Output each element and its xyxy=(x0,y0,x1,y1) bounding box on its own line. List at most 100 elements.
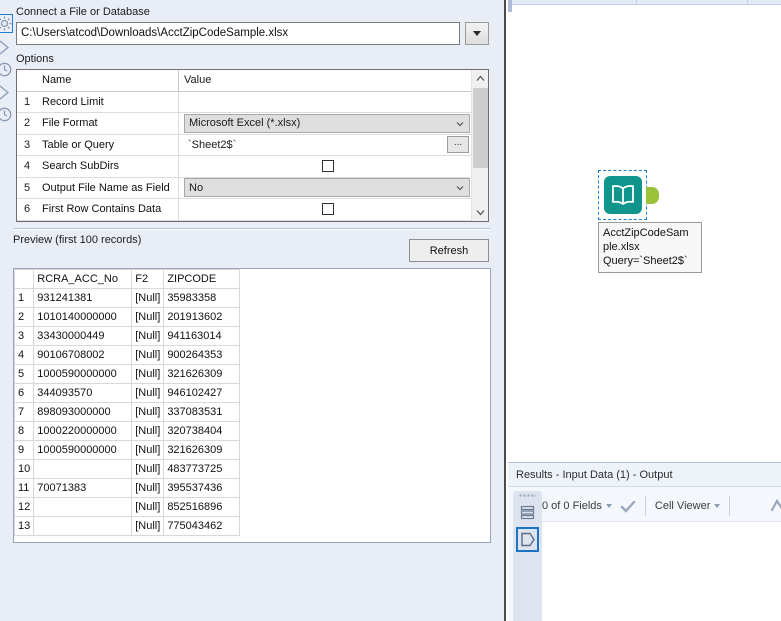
caret-down-icon xyxy=(473,31,481,36)
workflow-canvas[interactable]: AcctZipCodeSam ple.xlsx Query=`Sheet2$` xyxy=(508,0,781,461)
cell-f2: [Null] xyxy=(131,326,165,346)
table-row[interactable]: 10 [Null] 483773725 xyxy=(14,459,241,479)
row-index: 3 xyxy=(14,326,35,346)
table-row[interactable]: 12 [Null] 852516896 xyxy=(14,497,241,517)
cell-zipcode: 900264353 xyxy=(163,345,241,365)
cell-f2: [Null] xyxy=(131,345,165,365)
row-index: 8 xyxy=(14,421,35,441)
table-row[interactable]: 5 1000590000000 [Null] 321626309 xyxy=(14,364,241,384)
cell-rcra-acc-no: 1010140000000 xyxy=(33,307,133,327)
option-row-first-row-contains-data[interactable]: 6 First Row Contains Data xyxy=(17,199,471,221)
gear-icon-selection xyxy=(0,14,13,33)
checkmark-icon[interactable] xyxy=(620,500,636,513)
output-file-name-value: No xyxy=(189,181,204,194)
cell-rcra-acc-no: 898093000000 xyxy=(33,402,133,422)
row-index: 11 xyxy=(14,478,35,498)
cell-f2: [Null] xyxy=(131,364,165,384)
results-data-area[interactable] xyxy=(542,521,781,621)
results-toolbar: 0 of 0 Fields Cell Viewer xyxy=(542,491,781,521)
row-number: 2 xyxy=(23,117,31,130)
results-panel-title: Results - Input Data (1) - Output xyxy=(508,463,781,487)
cell-zipcode: 852516896 xyxy=(163,497,241,517)
file-format-select[interactable]: Microsoft Excel (*.xlsx) xyxy=(184,113,470,133)
input-data-book-icon[interactable] xyxy=(604,176,642,214)
table-or-query-browse-button[interactable]: ... xyxy=(447,136,469,154)
scroll-up-icon[interactable] xyxy=(472,70,488,87)
row-index: 5 xyxy=(14,364,35,384)
table-or-query-value: `Sheet2$` xyxy=(188,138,237,151)
options-grid-rows: Name Value 1 Record Limit 2 File Format … xyxy=(17,70,471,221)
clock-icon[interactable] xyxy=(0,106,13,123)
row-number: 1 xyxy=(23,95,31,108)
option-row-file-format[interactable]: 2 File Format Microsoft Excel (*.xlsx) xyxy=(17,113,471,135)
preview-header-row: RCRA_ACC_No F2 ZIPCODE xyxy=(14,269,241,289)
option-row-record-limit[interactable]: 1 Record Limit xyxy=(17,91,471,113)
column-header-value: Value xyxy=(184,74,212,87)
fields-selector[interactable]: 0 of 0 Fields xyxy=(542,500,612,512)
row-number: 5 xyxy=(23,181,31,194)
file-path-input[interactable]: C:\Users\atcod\Downloads\AcctZipCodeSamp… xyxy=(16,22,460,45)
config-panel: Connect a File or Database C:\Users\atco… xyxy=(0,0,506,621)
table-row[interactable]: 11 70071383 [Null] 395537436 xyxy=(14,478,241,498)
chevron-right-icon[interactable] xyxy=(0,84,13,101)
table-row[interactable]: 9 1000590000000 [Null] 321626309 xyxy=(14,440,241,460)
cell-f2: [Null] xyxy=(131,307,165,327)
option-name: File Format xyxy=(37,113,179,134)
option-row-output-file-name-as-field[interactable]: 5 Output File Name as Field No xyxy=(17,177,471,199)
scroll-down-icon[interactable] xyxy=(472,204,488,221)
results-tab-table[interactable] xyxy=(518,501,537,523)
cell-zipcode: 483773725 xyxy=(163,459,241,479)
results-tab-output-anchor[interactable] xyxy=(516,527,539,552)
canvas-top-toolbar-strip xyxy=(508,0,781,5)
search-subdirs-checkbox[interactable] xyxy=(321,160,334,173)
results-panel: Results - Input Data (1) - Output 0 of 0… xyxy=(508,462,781,621)
preview-col-index xyxy=(14,269,35,289)
toolbar-overflow-icon[interactable] xyxy=(771,499,781,513)
cell-viewer-label: Cell Viewer xyxy=(654,500,711,512)
cell-rcra-acc-no: 931241381 xyxy=(33,288,133,308)
cell-zipcode: 320738404 xyxy=(163,421,241,441)
file-path-dropdown-button[interactable] xyxy=(465,22,489,45)
table-row[interactable]: 13 [Null] 775043462 xyxy=(14,516,241,536)
option-value-record-limit[interactable] xyxy=(179,92,471,113)
node-label-line-1: AcctZipCodeSam xyxy=(603,227,689,239)
node-output-anchor[interactable] xyxy=(646,187,659,204)
cell-f2: [Null] xyxy=(131,421,165,441)
output-file-name-select[interactable]: No xyxy=(184,178,470,198)
table-row[interactable]: 2 1010140000000 [Null] 201913602 xyxy=(14,307,241,327)
results-side-rail xyxy=(513,491,542,621)
preview-col-rcra-acc-no: RCRA_ACC_No xyxy=(33,269,133,289)
refresh-button[interactable]: Refresh xyxy=(409,239,489,262)
cell-zipcode: 946102427 xyxy=(163,383,241,403)
table-row[interactable]: 4 90106708002 [Null] 900264353 xyxy=(14,345,241,365)
cell-viewer-selector[interactable]: Cell Viewer xyxy=(654,500,721,512)
option-row-search-subdirs[interactable]: 4 Search SubDirs xyxy=(17,156,471,178)
preview-table-container[interactable]: RCRA_ACC_No F2 ZIPCODE 1 931241381 [Null] 3… xyxy=(13,268,491,543)
chevron-right-icon[interactable] xyxy=(0,39,13,56)
cell-rcra-acc-no xyxy=(33,497,133,517)
table-row[interactable]: 6 344093570 [Null] 946102427 xyxy=(14,383,241,403)
table-row[interactable]: 1 931241381 [Null] 35983358 xyxy=(14,288,241,308)
options-grid: Name Value 1 Record Limit 2 File Format … xyxy=(16,69,489,222)
drag-grip-icon[interactable] xyxy=(519,494,536,498)
row-index: 9 xyxy=(14,440,35,460)
row-index: 4 xyxy=(14,345,35,365)
first-row-contains-data-checkbox[interactable] xyxy=(321,203,334,216)
node-label-line-3: Query=`Sheet2$` xyxy=(603,255,688,267)
table-row[interactable]: 7 898093000000 [Null] 337083531 xyxy=(14,402,241,422)
row-index: 1 xyxy=(14,288,35,308)
option-row-table-or-query[interactable]: 3 Table or Query `Sheet2$` ... xyxy=(17,134,471,156)
row-index: 12 xyxy=(14,497,35,517)
cell-rcra-acc-no: 344093570 xyxy=(33,383,133,403)
options-scrollbar-thumb[interactable] xyxy=(473,88,488,168)
clock-icon[interactable] xyxy=(0,61,13,78)
preview-col-zipcode: ZIPCODE xyxy=(163,269,241,289)
table-row[interactable]: 8 1000220000000 [Null] 320738404 xyxy=(14,421,241,441)
options-scrollbar[interactable] xyxy=(471,70,488,221)
row-index: 10 xyxy=(14,459,35,479)
table-or-query-input[interactable]: `Sheet2$` ... xyxy=(184,135,471,155)
cell-rcra-acc-no xyxy=(33,459,133,479)
option-name: Table or Query xyxy=(37,134,179,155)
table-row[interactable]: 3 33430000449 [Null] 941163014 xyxy=(14,326,241,346)
options-header-row: Name Value xyxy=(17,70,471,92)
